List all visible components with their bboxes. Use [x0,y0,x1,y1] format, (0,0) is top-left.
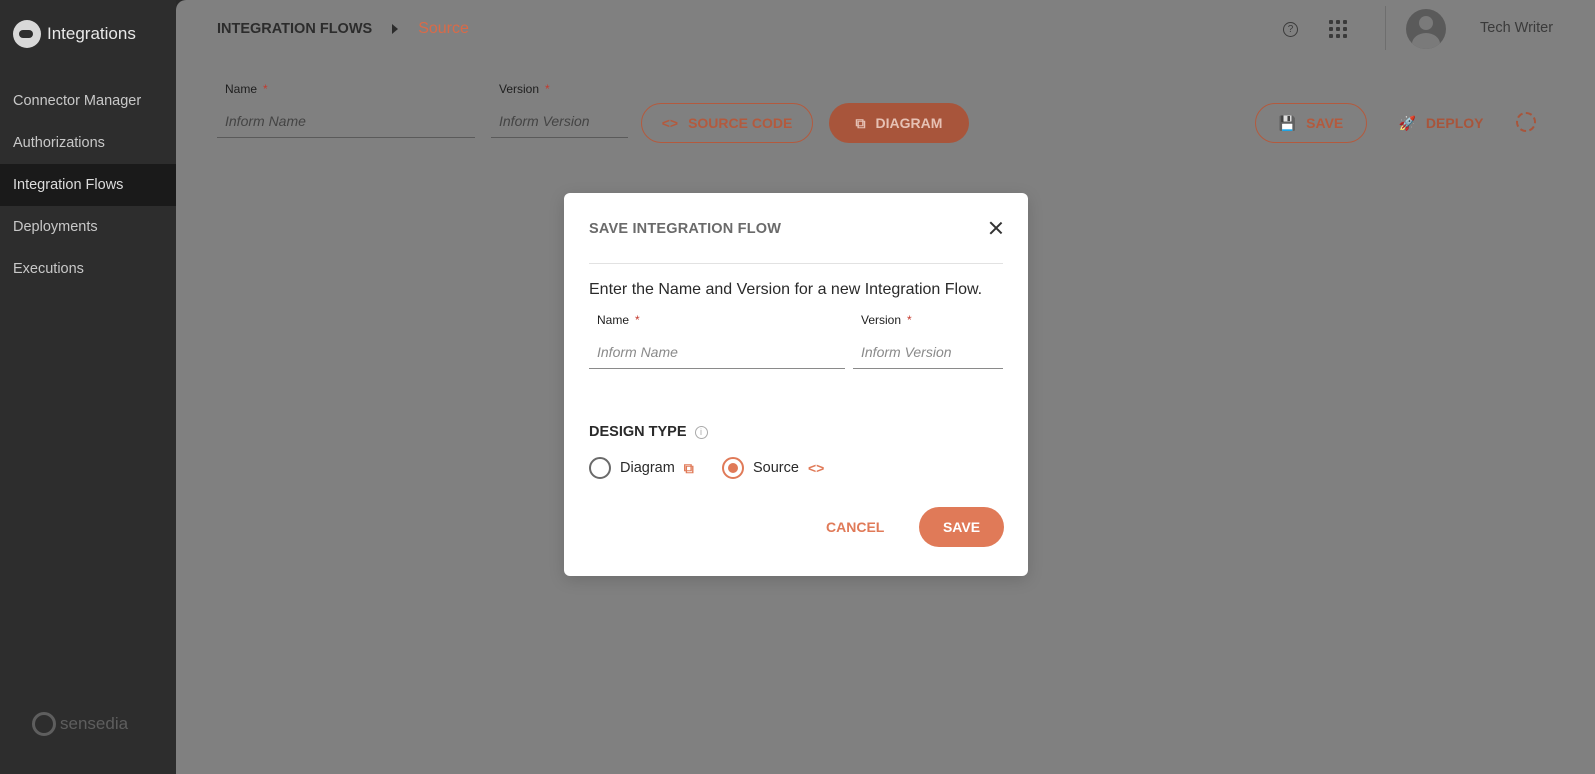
diagram-label: DIAGRAM [875,115,943,131]
required-mark: * [635,313,640,327]
diagram-button[interactable]: ⧉ DIAGRAM [829,103,969,143]
design-type-heading: DESIGN TYPE i [589,424,708,440]
brand-name: sensedia [60,714,129,733]
version-input[interactable] [491,102,628,138]
dialog-version-input[interactable] [853,333,1003,369]
sidebar-item-executions[interactable]: Executions [0,248,176,290]
sidebar-nav: Connector Manager Authorizations Integra… [0,80,176,290]
dialog-name-field: Name * [589,313,845,369]
top-bar: INTEGRATION FLOWS Source ? Tech Writer [176,0,1595,58]
rocket-icon: 🚀 [1398,114,1416,131]
save-label: SAVE [1306,115,1344,131]
sensedia-logo-icon [32,712,56,736]
name-field: Name * [217,82,475,138]
save-integration-flow-dialog: SAVE INTEGRATION FLOW Enter the Name and… [564,193,1028,576]
help-icon[interactable]: ? [1283,22,1298,37]
dialog-version-field: Version * [853,313,1003,369]
version-field: Version * [491,82,628,138]
dialog-description: Enter the Name and Version for a new Int… [589,281,983,298]
apps-grid-icon[interactable] [1329,20,1347,38]
code-brackets-icon: <> [661,115,679,131]
app-title: Integrations [47,24,136,43]
version-label: Version [499,82,540,96]
name-input[interactable] [217,102,475,138]
name-label: Name [225,82,258,96]
option-diagram-label: Diagram [620,460,675,476]
source-code-label: SOURCE CODE [688,115,793,131]
breadcrumb-root[interactable]: INTEGRATION FLOWS [217,21,372,37]
avatar[interactable] [1406,9,1446,49]
brand-footer: sensedia [32,712,128,736]
floppy-disk-icon: 💾 [1278,114,1297,131]
deploy-button[interactable]: 🚀 DEPLOY [1386,103,1496,143]
dialog-save-button[interactable]: SAVE [919,507,1004,547]
close-icon[interactable] [988,220,1004,236]
dialog-name-input[interactable] [589,333,845,369]
breadcrumb-caret-icon [392,24,399,34]
integrations-logo-icon [13,20,41,48]
info-icon[interactable]: i [694,425,708,439]
breadcrumb-current: Source [418,20,469,37]
app-logo[interactable]: Integrations [13,20,136,48]
option-source-label: Source [753,460,799,476]
radio-diagram[interactable] [589,457,611,479]
diagram-icon: ⧉ [683,459,694,476]
required-mark: * [263,82,268,96]
required-mark: * [907,313,912,327]
diagram-icon: ⧉ [855,114,866,131]
cancel-button[interactable]: CANCEL [814,507,896,547]
required-mark: * [545,82,550,96]
deploy-label: DEPLOY [1425,115,1484,131]
source-code-button[interactable]: <> SOURCE CODE [641,103,813,143]
topbar-divider [1385,6,1386,50]
sidebar-item-connector-manager[interactable]: Connector Manager [0,80,176,122]
code-brackets-icon: <> [807,460,825,476]
save-button[interactable]: 💾 SAVE [1255,103,1367,143]
dialog-version-label: Version [861,313,902,327]
radio-source[interactable] [722,457,744,479]
sidebar-item-authorizations[interactable]: Authorizations [0,122,176,164]
sidebar-item-deployments[interactable]: Deployments [0,206,176,248]
breadcrumb: INTEGRATION FLOWS Source [217,20,469,38]
dialog-name-label: Name [597,313,630,327]
sidebar: Integrations Connector Manager Authoriza… [0,0,176,774]
design-type-option-source[interactable]: Source <> [722,457,824,479]
sidebar-item-integration-flows[interactable]: Integration Flows [0,164,176,206]
gear-icon[interactable] [1516,112,1536,132]
design-type-option-diagram[interactable]: Diagram ⧉ [589,457,694,479]
dialog-title: SAVE INTEGRATION FLOW [589,221,782,237]
design-type-label: DESIGN TYPE [589,424,687,440]
dialog-divider [589,263,1003,264]
username[interactable]: Tech Writer [1480,20,1553,36]
